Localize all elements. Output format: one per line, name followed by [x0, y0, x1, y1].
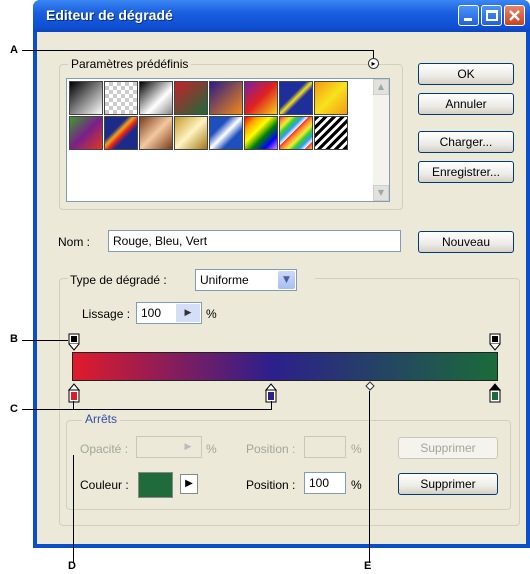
- callout-c-line: [73, 401, 74, 410]
- opacity-stop-left[interactable]: [68, 333, 80, 351]
- color-label: Couleur :: [80, 478, 129, 492]
- preset-swatch[interactable]: [104, 116, 138, 150]
- callout-c-line: [22, 409, 272, 410]
- scroll-down-icon[interactable]: ▼: [373, 185, 389, 201]
- gradient-type-label: Type de dégradé :: [70, 273, 167, 287]
- preset-swatch[interactable]: [174, 81, 208, 115]
- preset-swatch[interactable]: [279, 116, 313, 150]
- close-icon: [509, 10, 520, 21]
- preset-swatch[interactable]: [209, 81, 243, 115]
- preset-swatch[interactable]: [139, 116, 173, 150]
- chevron-down-icon[interactable]: ▼: [278, 271, 295, 289]
- opacity-label: Opacité :: [80, 442, 129, 456]
- callout-e: E: [364, 560, 372, 572]
- opacity-stop-right[interactable]: [489, 333, 501, 351]
- preset-swatch[interactable]: [314, 116, 348, 150]
- maximize-button[interactable]: [481, 5, 502, 26]
- load-button[interactable]: Charger...: [418, 131, 514, 153]
- color-position-label: Position :: [246, 478, 296, 492]
- stops-group: [66, 420, 511, 510]
- midpoint-diamond-icon[interactable]: [365, 381, 375, 391]
- delete-color-stop-button[interactable]: Supprimer: [398, 473, 498, 495]
- minimize-icon: [464, 18, 472, 21]
- color-position-input[interactable]: 100: [304, 472, 346, 494]
- callout-d-line: [73, 455, 74, 563]
- preset-swatch[interactable]: [314, 81, 348, 115]
- callout-a-line: [22, 50, 374, 51]
- color-position-unit: %: [351, 478, 362, 492]
- preset-swatch[interactable]: [139, 81, 173, 115]
- ok-button[interactable]: OK: [418, 63, 514, 85]
- scroll-up-icon[interactable]: ▲: [373, 79, 389, 95]
- minimize-button[interactable]: [458, 5, 479, 26]
- opacity-position-unit: %: [351, 442, 362, 456]
- cancel-button[interactable]: Annuler: [418, 93, 514, 115]
- name-input[interactable]: Rouge, Bleu, Vert: [108, 230, 401, 252]
- window-title: Editeur de dégradé: [46, 7, 173, 23]
- opacity-position-label: Position :: [246, 442, 296, 456]
- color-menu-arrow-icon[interactable]: ▶: [180, 474, 198, 494]
- callout-a-line: [373, 50, 374, 58]
- smoothness-unit: %: [206, 307, 217, 321]
- smoothness-label: Lissage :: [82, 307, 131, 321]
- save-button[interactable]: Enregistrer...: [418, 161, 514, 183]
- gradient-bar[interactable]: [72, 352, 498, 381]
- presets-scrollbar[interactable]: [373, 79, 389, 201]
- callout-d: D: [68, 560, 76, 572]
- preset-swatch[interactable]: [69, 116, 103, 150]
- name-label: Nom :: [58, 235, 91, 249]
- callout-e-line: [369, 391, 370, 563]
- color-stop-green-selected[interactable]: [489, 383, 501, 403]
- color-stop-red[interactable]: [68, 383, 80, 403]
- opacity-unit: %: [206, 442, 217, 456]
- preset-swatch[interactable]: [69, 81, 103, 115]
- opacity-position-input[interactable]: [304, 436, 346, 458]
- presets-menu-icon[interactable]: ▸: [368, 58, 379, 69]
- presets-menu-glyph: ▸: [371, 59, 376, 68]
- smoothness-arrow-icon[interactable]: ▶: [176, 304, 200, 322]
- delete-opacity-stop-button[interactable]: Supprimer: [398, 437, 498, 459]
- maximize-icon: [486, 10, 498, 21]
- callout-b: B: [10, 333, 18, 345]
- preset-swatch[interactable]: [174, 116, 208, 150]
- callout-b-line: [22, 340, 68, 341]
- stops-legend: Arrêts: [82, 412, 121, 426]
- preset-swatch[interactable]: [279, 81, 313, 115]
- presets-legend: Paramètres prédéfinis: [68, 57, 192, 71]
- color-stop-blue[interactable]: [265, 383, 277, 403]
- new-button[interactable]: Nouveau: [418, 231, 514, 253]
- callout-c-line: [271, 401, 272, 410]
- callout-c: C: [10, 403, 18, 415]
- preset-swatch[interactable]: [244, 116, 278, 150]
- preset-swatch[interactable]: [209, 116, 243, 150]
- callout-a: A: [10, 44, 18, 56]
- opacity-arrow-icon[interactable]: ▶: [176, 438, 200, 456]
- color-swatch[interactable]: [138, 472, 173, 498]
- preset-swatch[interactable]: [244, 81, 278, 115]
- preset-swatch[interactable]: [104, 81, 138, 115]
- close-button[interactable]: [504, 5, 525, 26]
